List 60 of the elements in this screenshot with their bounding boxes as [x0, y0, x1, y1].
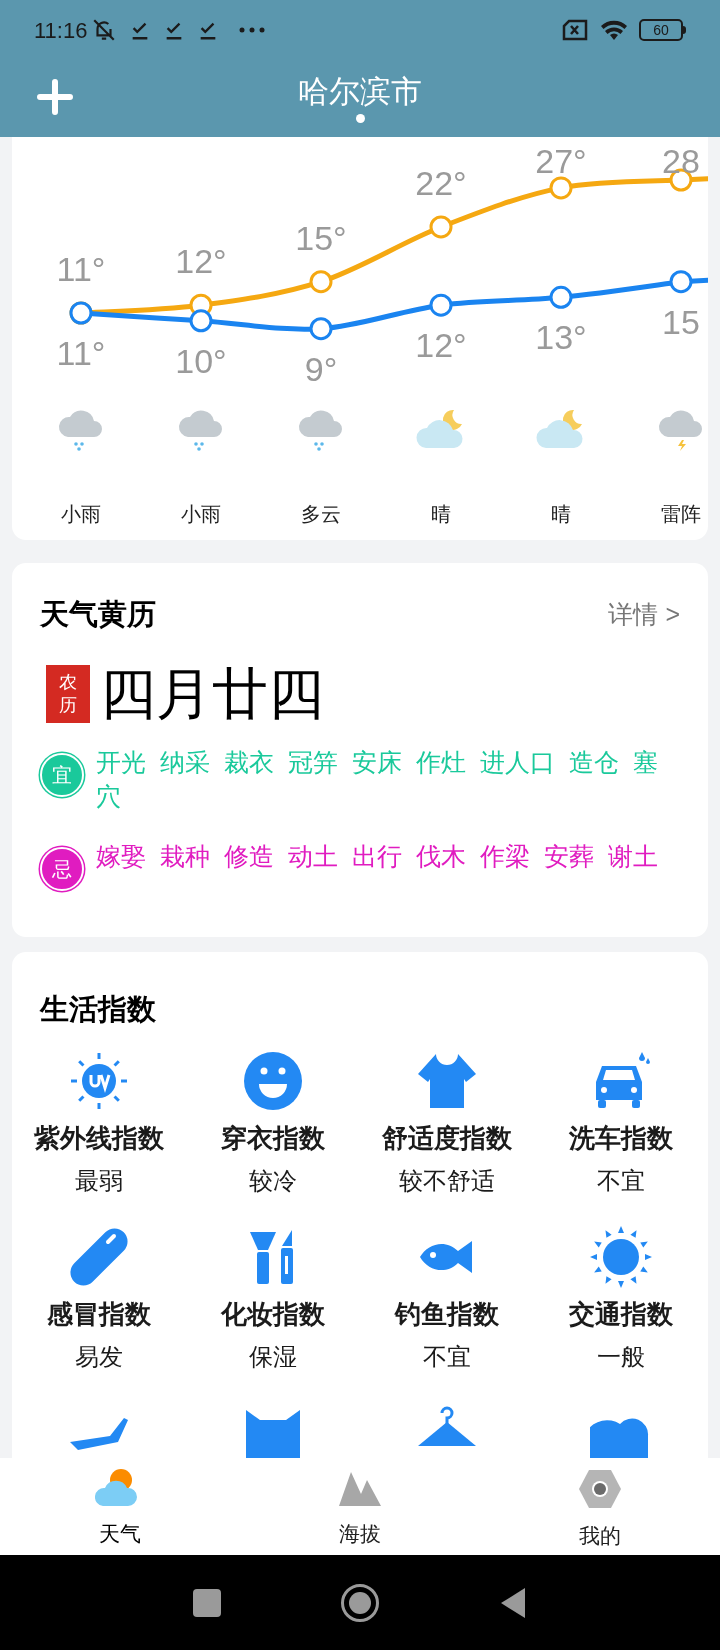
index-label: 化妆指数: [221, 1297, 325, 1331]
sim-error-icon: [561, 19, 589, 41]
weather-text: 雷阵: [661, 502, 701, 527]
index-value: 不宜: [597, 1165, 645, 1196]
recents-button[interactable]: [193, 1588, 221, 1617]
high-temp-label: 12°: [175, 242, 227, 281]
index-value: 保湿: [249, 1341, 297, 1372]
low-temp-label: 9°: [304, 349, 338, 388]
index-label: 舒适度指数: [382, 1121, 512, 1155]
weather-text: 晴: [551, 502, 571, 527]
weather-text: 小雨: [181, 502, 221, 527]
almanac-badge: 宜: [40, 752, 84, 797]
index-value: 易发: [75, 1341, 123, 1372]
high-temp-label: 27°: [535, 142, 587, 180]
low-temp-label: 12°: [415, 326, 467, 365]
high-temp-label: 15°: [295, 218, 347, 257]
index-label: 穿衣指数: [221, 1121, 325, 1155]
low-temp-label: 15: [662, 302, 700, 341]
index-label: 钓鱼指数: [395, 1297, 499, 1331]
index-label: 感冒指数: [47, 1297, 151, 1331]
high-temp-label: 22°: [415, 164, 467, 202]
low-temp-label: 13°: [535, 318, 587, 357]
low-temp-label: 11°: [56, 334, 106, 372]
city-title: 哈尔滨市: [298, 73, 422, 112]
unsuitable-activities: 嫁娶 栽种 修造 动土 出行 伐木 作梁 安葬 谢土: [96, 840, 659, 872]
wifi-icon: [599, 18, 629, 42]
card-title: 生活指数: [40, 993, 156, 1025]
index-label: 洗车指数: [569, 1121, 673, 1155]
high-temp-label: 28: [662, 142, 700, 180]
battery-icon: 60: [639, 19, 683, 41]
nav-tab[interactable]: 海拔: [240, 1458, 480, 1555]
sun-icon: [590, 1225, 652, 1288]
back-icon[interactable]: [499, 1585, 527, 1620]
details-link[interactable]: 详情 >: [608, 596, 680, 634]
almanac-badge: 忌: [40, 846, 84, 891]
index-value: 一般: [597, 1341, 645, 1372]
lunar-seal: 农历: [46, 664, 90, 723]
hexagon-nut-icon: [577, 1468, 623, 1510]
card-title: 天气黄历: [40, 597, 156, 632]
index-value: 最弱: [75, 1165, 123, 1196]
weather-text: 小雨: [61, 502, 101, 527]
nav-tab[interactable]: 我的: [480, 1458, 720, 1555]
suitable-activities: 开光 纳采 裁衣 冠笄 安床 作灶 进人口 造仓 塞穴: [96, 746, 659, 812]
index-value: 不宜: [423, 1341, 471, 1372]
weather-text: 晴: [431, 502, 451, 527]
weather-text: 多云: [301, 502, 341, 527]
more-icon: [239, 26, 266, 34]
home-button[interactable]: [341, 1583, 379, 1622]
nav-tab[interactable]: 天气: [0, 1458, 240, 1555]
plus-icon: [37, 79, 73, 115]
index-label: 交通指数: [569, 1297, 673, 1331]
smiley-face-icon: [242, 1049, 304, 1112]
status-time: 11:16: [34, 16, 88, 45]
index-label: 紫外线指数: [34, 1121, 164, 1155]
index-value: 较冷: [249, 1165, 297, 1196]
add-button[interactable]: [36, 78, 74, 116]
index-value: 较不舒适: [399, 1165, 495, 1196]
low-temp-label: 10°: [175, 341, 227, 380]
lunar-date: 四月廿四: [100, 665, 324, 722]
high-temp-label: 11°: [56, 250, 106, 288]
